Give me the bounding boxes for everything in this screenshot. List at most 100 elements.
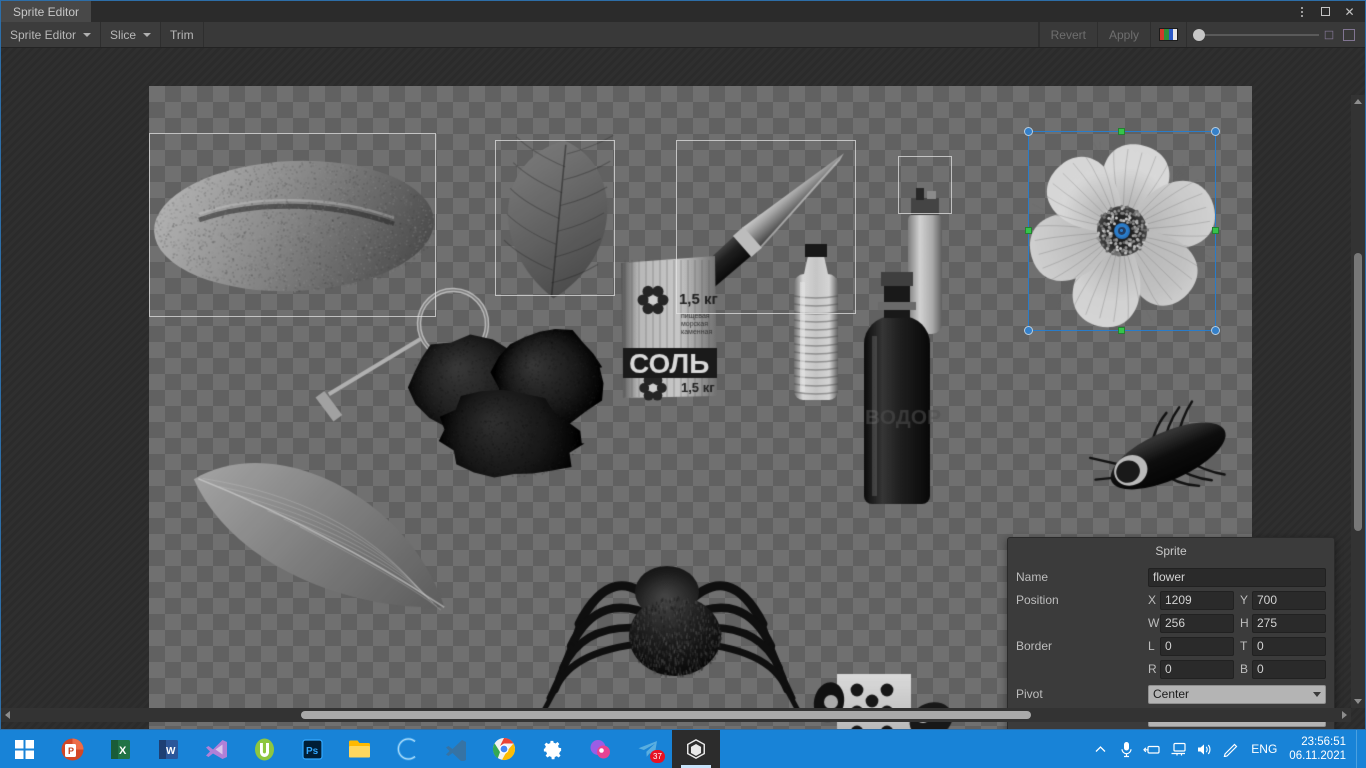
label-pos-h: H <box>1240 616 1249 630</box>
toolbar-right-group: Revert Apply <box>1038 22 1365 47</box>
taskbar-app-telegram[interactable]: 37 <box>624 730 672 768</box>
taskbar-app-chrome[interactable] <box>480 730 528 768</box>
row-pivot: Pivot Center <box>1016 684 1326 704</box>
selection-handle-right[interactable] <box>1212 227 1219 234</box>
label-border-l: L <box>1148 639 1155 653</box>
svg-text:P: P <box>68 746 74 756</box>
pivot-handle[interactable] <box>1115 224 1128 237</box>
selection-handle-top-right[interactable] <box>1211 127 1220 136</box>
zoom-slider-thumb[interactable] <box>1193 28 1205 41</box>
taskbar-app-unity-editor[interactable] <box>672 730 720 768</box>
clock[interactable]: 23:56:51 06.11.2021 <box>1285 735 1356 763</box>
taskbar-app-cortana[interactable] <box>384 730 432 768</box>
selection-handle-top-left[interactable] <box>1024 127 1033 136</box>
chevron-down-icon <box>143 32 152 37</box>
show-desktop-button[interactable] <box>1356 730 1362 768</box>
sprite-rect-knife[interactable] <box>676 140 856 314</box>
windows-taskbar: P X W Ps 37 ENG 23:56:51 06.11.2021 <box>0 730 1366 768</box>
position-w-input[interactable]: 256 <box>1160 613 1234 633</box>
revert-label: Revert <box>1050 27 1086 42</box>
taskbar-app-file-explorer[interactable] <box>336 730 384 768</box>
position-y-input[interactable]: 700 <box>1252 590 1326 610</box>
close-icon[interactable]: ✕ <box>1342 4 1357 19</box>
rgb-alpha-toggle-icon <box>1159 28 1178 41</box>
microphone-icon[interactable] <box>1113 730 1139 768</box>
scroll-down-icon[interactable] <box>1354 699 1362 704</box>
taskbar-app-settings[interactable] <box>528 730 576 768</box>
border-bottom-input[interactable]: 0 <box>1252 659 1326 679</box>
row-border: Border L 0 T 0 <box>1016 636 1326 656</box>
taskbar-app-excel[interactable]: X <box>96 730 144 768</box>
selection-handle-left[interactable] <box>1025 227 1032 234</box>
vertical-scrollbar[interactable] <box>1351 95 1365 708</box>
apply-label: Apply <box>1108 27 1139 42</box>
taskbar-app-visual-studio[interactable] <box>192 730 240 768</box>
sprite-rect-leaf-broad[interactable] <box>495 140 615 296</box>
svg-text:W: W <box>166 746 176 757</box>
selection-handle-bottom-right[interactable] <box>1211 326 1220 335</box>
label-border-b: B <box>1240 662 1249 676</box>
rgb-alpha-toggle-button[interactable] <box>1150 22 1186 47</box>
system-tray: ENG 23:56:51 06.11.2021 <box>1087 730 1366 768</box>
taskbar-app-visual-studio-code[interactable] <box>432 730 480 768</box>
svg-text:Ps: Ps <box>306 746 319 757</box>
taskbar-app-unity-hub[interactable] <box>240 730 288 768</box>
scroll-up-icon[interactable] <box>1354 99 1362 104</box>
taskbar-app-powerpoint[interactable]: P <box>48 730 96 768</box>
svg-text:X: X <box>119 745 127 757</box>
horizontal-scrollbar[interactable] <box>1 708 1351 722</box>
position-h-input[interactable]: 275 <box>1252 613 1326 633</box>
label-pos-y: Y <box>1240 593 1249 607</box>
revert-button[interactable]: Revert <box>1038 22 1097 47</box>
label-pos-x: X <box>1148 593 1157 607</box>
vertical-scrollbar-thumb[interactable] <box>1354 253 1362 531</box>
selection-handle-bottom[interactable] <box>1118 327 1125 334</box>
pivot-dropdown[interactable]: Center <box>1148 684 1326 704</box>
clock-date: 06.11.2021 <box>1289 750 1346 762</box>
position-x-input[interactable]: 1209 <box>1160 590 1234 610</box>
volume-icon[interactable] <box>1191 730 1217 768</box>
sprite-selection-flower[interactable] <box>1024 127 1220 335</box>
taskbar-app-photoshop[interactable]: Ps <box>288 730 336 768</box>
sprite-editor-menu-button[interactable]: Sprite Editor <box>1 22 102 47</box>
show-hidden-icons-icon[interactable] <box>1087 730 1113 768</box>
name-input[interactable]: flower <box>1148 567 1326 587</box>
taskbar-app-word[interactable]: W <box>144 730 192 768</box>
tab-sprite-editor[interactable]: Sprite Editor <box>1 1 93 22</box>
tab-strip: Sprite Editor <box>1 1 93 22</box>
sprite-inspector-title: Sprite <box>1155 544 1187 558</box>
border-top-input[interactable]: 0 <box>1252 636 1326 656</box>
chevron-down-icon <box>1313 691 1321 697</box>
sprite-editor-toolbar: Sprite Editor Slice Trim Revert Apply <box>1 22 1365 48</box>
label-border-r: R <box>1148 662 1157 676</box>
tab-label: Sprite Editor <box>13 4 80 19</box>
label-border-t: T <box>1240 639 1248 653</box>
sprite-canvas-viewport[interactable]: Sprite Name flower Position X 1209 Y 700 <box>1 48 1365 729</box>
selection-handle-bottom-left[interactable] <box>1024 326 1033 335</box>
pen-icon[interactable] <box>1217 730 1243 768</box>
network-icon[interactable] <box>1165 730 1191 768</box>
usb-eject-icon[interactable] <box>1139 730 1165 768</box>
border-left-input[interactable]: 0 <box>1160 636 1234 656</box>
zoom-slider-track[interactable] <box>1193 28 1319 41</box>
horizontal-scrollbar-thumb[interactable] <box>301 711 1031 719</box>
slice-menu-button[interactable]: Slice <box>101 22 162 47</box>
sprite-rect-bread[interactable] <box>149 133 436 317</box>
kebab-menu-icon[interactable] <box>1294 4 1309 19</box>
sprite-rect-lighter[interactable] <box>898 156 952 214</box>
label-name: Name <box>1016 570 1049 584</box>
maximize-icon[interactable] <box>1318 4 1333 19</box>
apply-button[interactable]: Apply <box>1096 22 1150 47</box>
windows-start-icon[interactable] <box>0 730 48 768</box>
scroll-right-icon[interactable] <box>1342 711 1347 719</box>
sprite-editor-window: Sprite Editor ✕ Sprite Editor Slice Trim… <box>0 0 1366 730</box>
language-indicator[interactable]: ENG <box>1243 742 1285 756</box>
zoom-slider[interactable] <box>1186 22 1365 47</box>
sprite-inspector-panel: Sprite Name flower Position X 1209 Y 700 <box>1007 537 1335 729</box>
scroll-left-icon[interactable] <box>5 711 10 719</box>
selection-handle-top[interactable] <box>1118 128 1125 135</box>
taskbar-app-discord[interactable] <box>576 730 624 768</box>
border-right-input[interactable]: 0 <box>1160 659 1234 679</box>
trim-button[interactable]: Trim <box>161 22 204 47</box>
pivot-dropdown-value: Center <box>1153 686 1190 701</box>
